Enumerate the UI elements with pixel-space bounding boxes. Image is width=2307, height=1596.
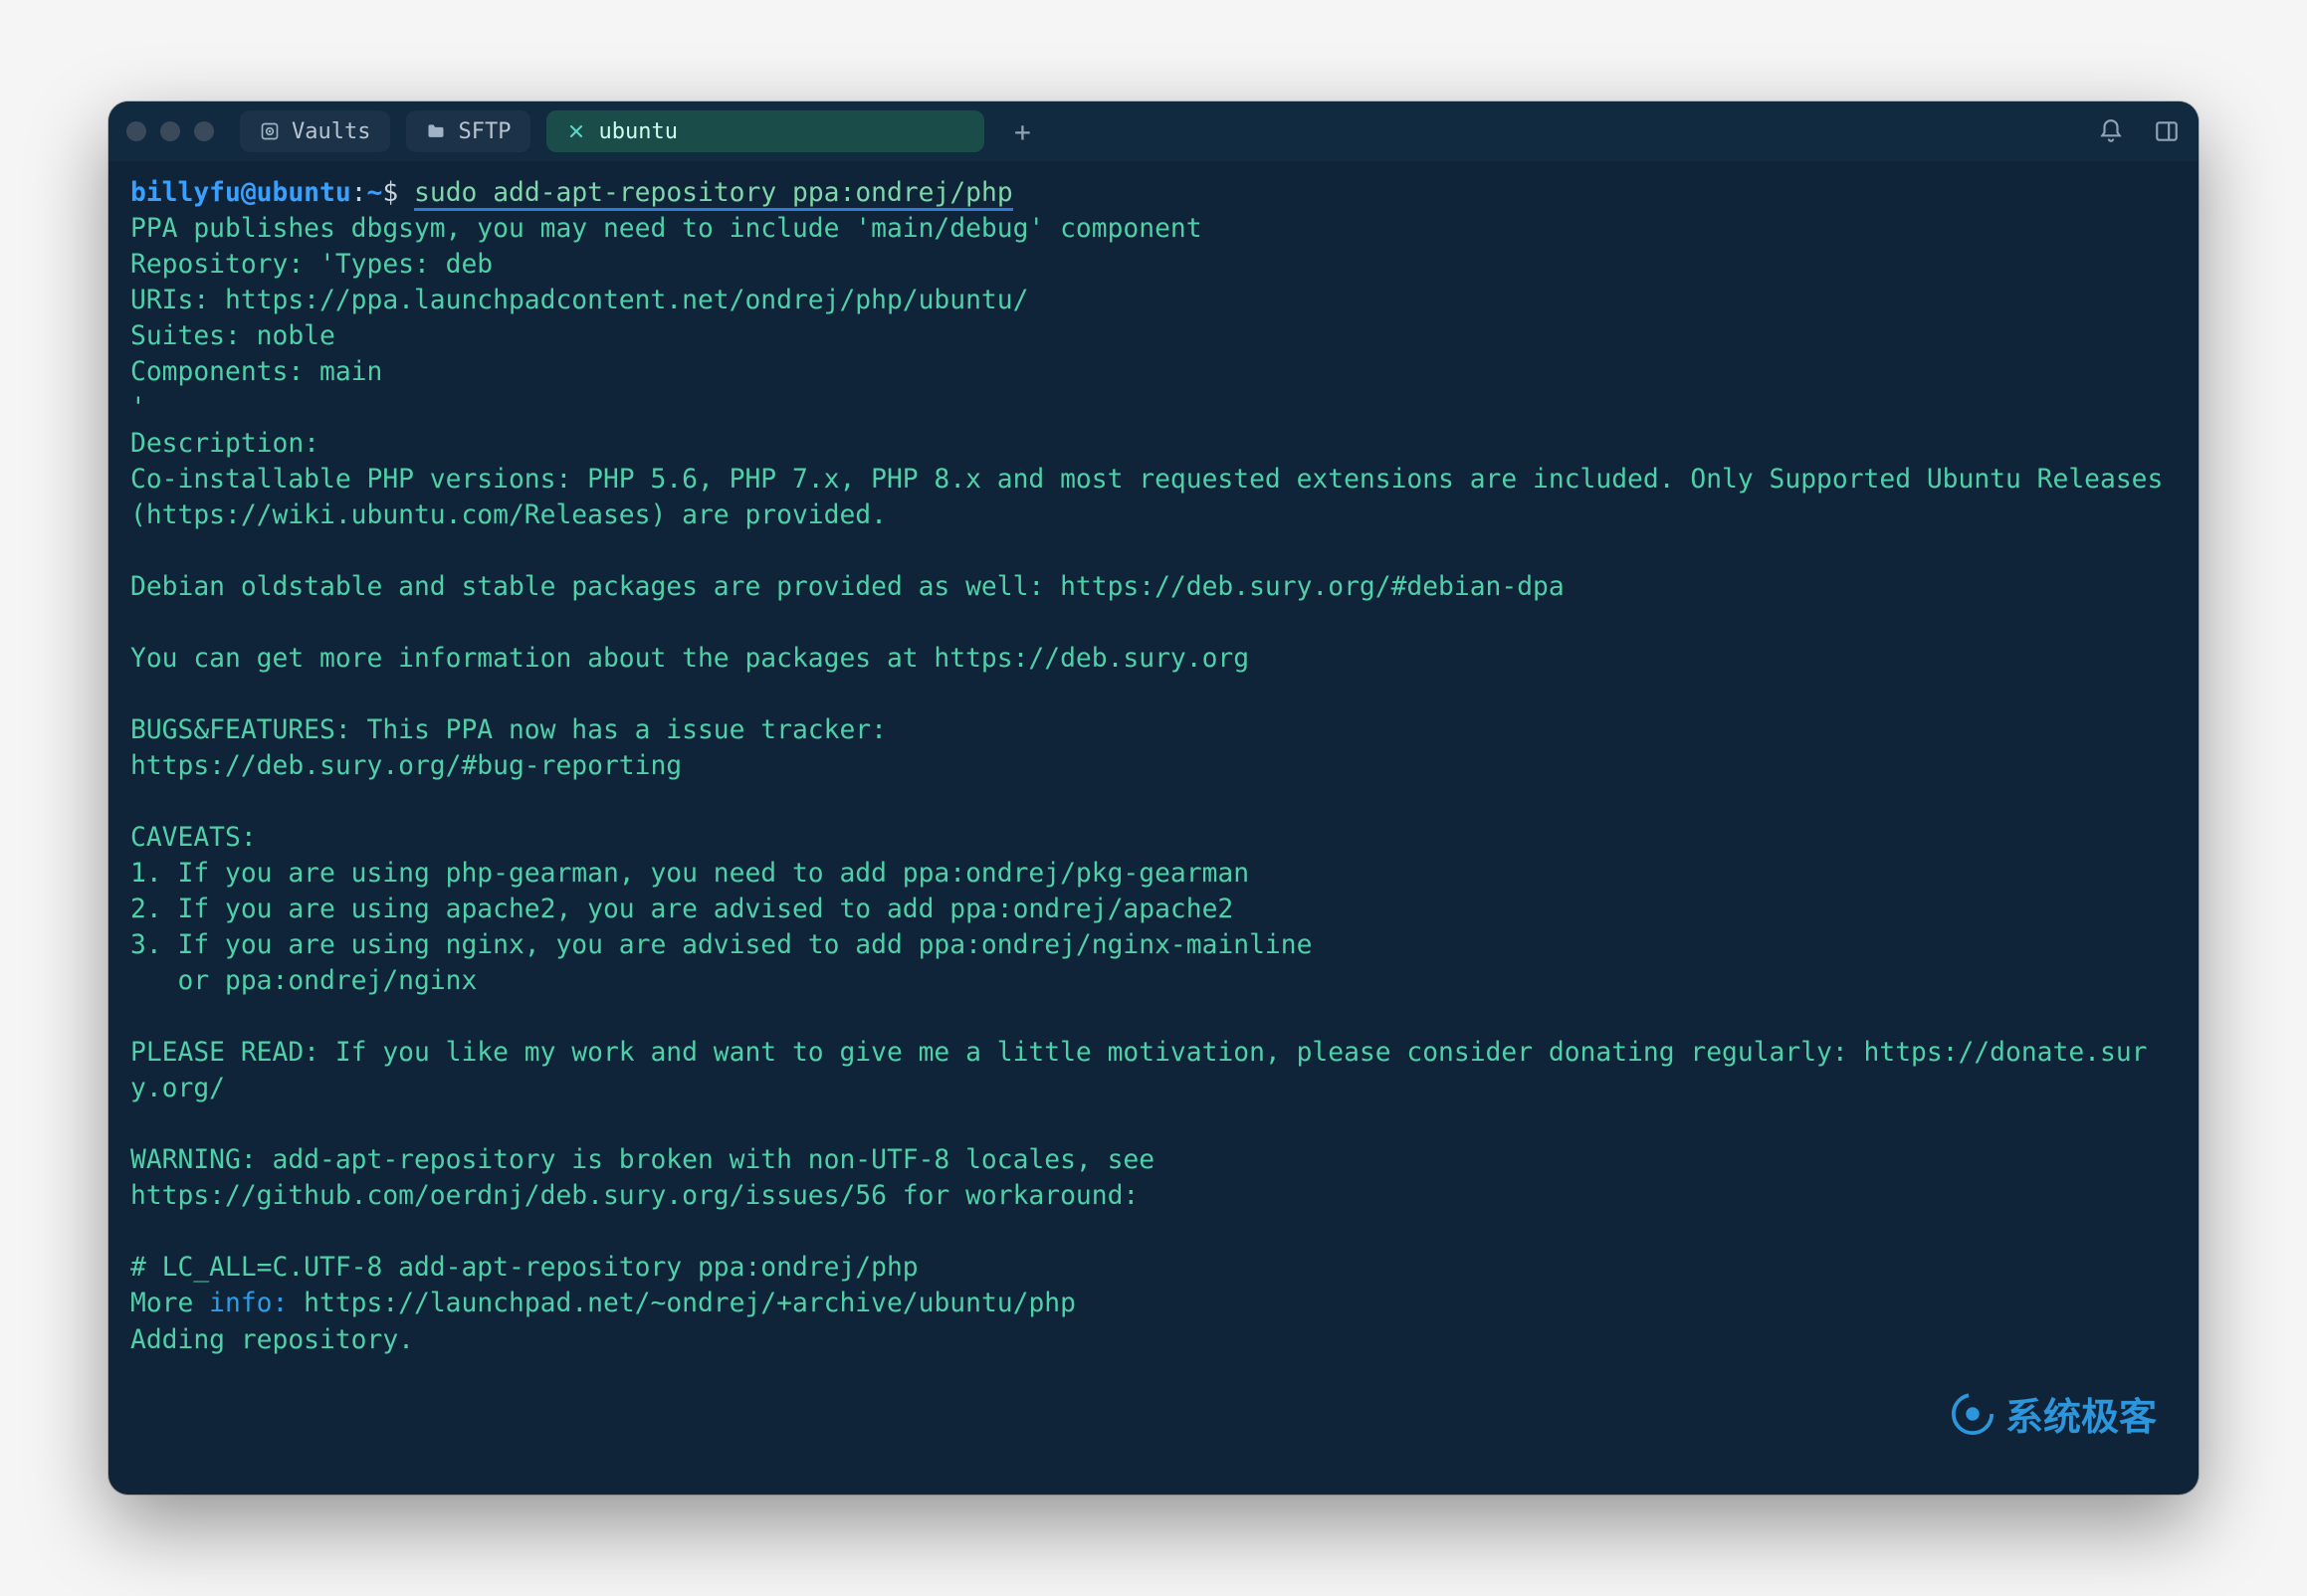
output-line: ': [130, 393, 146, 423]
window-controls: [126, 121, 214, 141]
vault-icon: [260, 121, 280, 141]
watermark-text: 系统极客: [2005, 1386, 2157, 1441]
tab-label: Vaults: [292, 119, 370, 144]
prompt-sep: :: [351, 178, 367, 208]
maximize-dot[interactable]: [194, 121, 214, 141]
output-line: Description:: [130, 429, 319, 459]
output-line: 3. If you are using nginx, you are advis…: [130, 930, 1312, 960]
notifications-icon[interactable]: [2097, 117, 2125, 145]
output-line: BUGS&FEATURES: This PPA now has a issue …: [130, 715, 887, 745]
output-line: Repository: 'Types: deb: [130, 250, 493, 280]
info-keyword: info:: [209, 1289, 288, 1318]
tab-label: SFTP: [458, 119, 511, 144]
folder-icon: [426, 121, 446, 141]
terminal-body[interactable]: billyfu@ubuntu:~$ sudo add-apt-repositor…: [108, 161, 2199, 1495]
output-line: More info: https://launchpad.net/~ondrej…: [130, 1289, 1076, 1318]
close-icon[interactable]: [566, 121, 586, 141]
tab-label: ubuntu: [598, 119, 677, 144]
prompt-path: ~: [367, 178, 383, 208]
tab-ubuntu[interactable]: ubuntu: [546, 110, 984, 152]
output-line: WARNING: add-apt-repository is broken wi…: [130, 1145, 1154, 1175]
title-bar: Vaults SFTP ubuntu +: [108, 101, 2199, 161]
output-line: Adding repository.: [130, 1325, 414, 1355]
output-line: https://github.com/oerdnj/deb.sury.org/i…: [130, 1181, 1139, 1211]
output-line: PLEASE READ: If you like my work and wan…: [130, 1038, 2148, 1103]
watermark: 系统极客: [1950, 1386, 2157, 1441]
close-dot[interactable]: [126, 121, 146, 141]
tab-sftp[interactable]: SFTP: [406, 110, 530, 152]
panel-icon[interactable]: [2153, 117, 2181, 145]
output-line: 2. If you are using apache2, you are adv…: [130, 895, 1233, 924]
output-line: Suites: noble: [130, 321, 335, 351]
new-tab-button[interactable]: +: [1004, 113, 1040, 149]
command-text: sudo add-apt-repository ppa:ondrej/php: [414, 178, 1013, 211]
tab-vaults[interactable]: Vaults: [240, 110, 390, 152]
output-line: CAVEATS:: [130, 823, 257, 853]
output-line: URIs: https://ppa.launchpadcontent.net/o…: [130, 286, 1028, 315]
prompt-user-host: billyfu@ubuntu: [130, 178, 351, 208]
output-line: # LC_ALL=C.UTF-8 add-apt-repository ppa:…: [130, 1253, 919, 1283]
output-line: Debian oldstable and stable packages are…: [130, 572, 1565, 602]
output-line: Co-installable PHP versions: PHP 5.6, PH…: [130, 465, 2179, 530]
output-line: You can get more information about the p…: [130, 644, 1249, 674]
minimize-dot[interactable]: [160, 121, 180, 141]
output-line: Components: main: [130, 357, 382, 387]
titlebar-right: [2097, 117, 2181, 145]
watermark-icon: [1950, 1391, 1995, 1437]
output-line: PPA publishes dbgsym, you may need to in…: [130, 214, 1202, 244]
output-line: https://deb.sury.org/#bug-reporting: [130, 751, 682, 781]
output-line: 1. If you are using php-gearman, you nee…: [130, 859, 1249, 889]
prompt-symbol: $: [382, 178, 398, 208]
output-line: or ppa:ondrej/nginx: [130, 966, 477, 996]
terminal-window: Vaults SFTP ubuntu + billyfu@ubuntu:~$ s…: [108, 101, 2199, 1495]
